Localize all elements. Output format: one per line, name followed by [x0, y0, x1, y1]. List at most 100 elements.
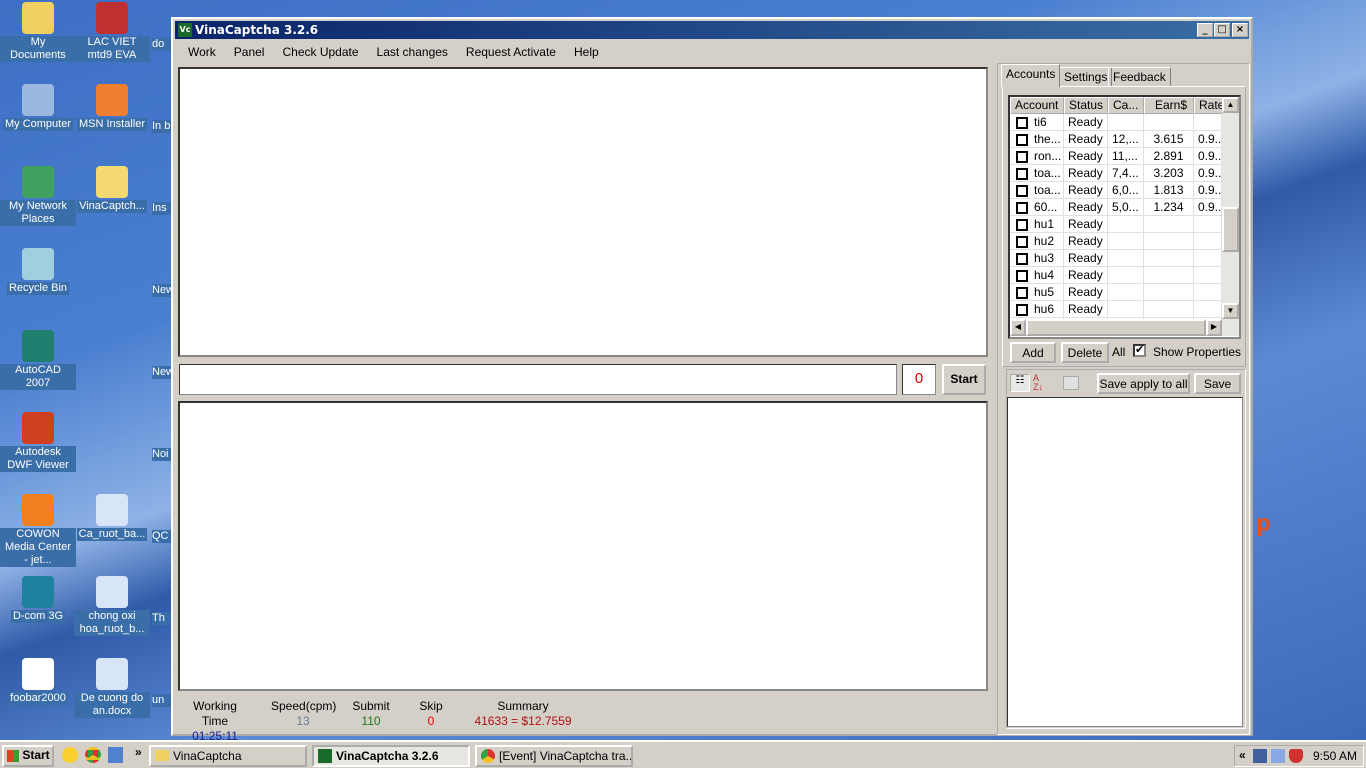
- menu-work[interactable]: Work: [179, 43, 225, 61]
- account-checkbox[interactable]: [1016, 185, 1028, 197]
- account-row[interactable]: ti6 Ready: [1010, 114, 1222, 131]
- account-row[interactable]: hu2 Ready: [1010, 233, 1222, 250]
- desktop-icon[interactable]: COWON Media Center - jet...: [0, 494, 76, 567]
- account-cell-captchas: 7,4...: [1108, 165, 1144, 182]
- yahoo-messenger-icon[interactable]: [62, 747, 78, 763]
- desktop-icon[interactable]: My Network Places: [0, 166, 76, 226]
- scroll-right-arrow-icon[interactable]: ▶: [1206, 319, 1222, 336]
- tab-feedback[interactable]: Feedback: [1108, 67, 1171, 87]
- start-button[interactable]: Start: [942, 364, 986, 395]
- desktop-icon[interactable]: LAC VIET mtd9 EVA: [74, 2, 150, 62]
- account-row[interactable]: the...Ready12,...3.6150.9...: [1010, 131, 1222, 148]
- column-header-account[interactable]: Account: [1010, 97, 1064, 114]
- title-bar[interactable]: Vc VinaCaptcha 3.2.6 _ □ ×: [175, 21, 1249, 39]
- menu-request-activate[interactable]: Request Activate: [457, 43, 565, 61]
- account-row[interactable]: hu1 Ready: [1010, 216, 1222, 233]
- security-shield-icon[interactable]: [1289, 749, 1303, 763]
- quick-launch-icon[interactable]: [108, 747, 123, 763]
- column-header-captchas[interactable]: Ca...: [1108, 97, 1144, 114]
- save-apply-to-all-button[interactable]: Save apply to all: [1097, 373, 1190, 394]
- account-row[interactable]: ron...Ready11,...2.8910.9...: [1010, 148, 1222, 165]
- desktop-icon[interactable]: De cuong do an.docx: [74, 658, 150, 718]
- desktop-icon[interactable]: Autodesk DWF Viewer: [0, 412, 76, 472]
- sort-alphabetical-icon[interactable]: A Z↓: [1033, 374, 1053, 392]
- task-vinacaptcha-app[interactable]: VinaCaptcha 3.2.6: [312, 745, 470, 767]
- property-pages-icon[interactable]: [1063, 376, 1079, 390]
- desktop-icon[interactable]: My Documents: [0, 2, 76, 62]
- desktop-icon-label-partial[interactable]: Ins: [152, 202, 172, 215]
- account-row[interactable]: hu6 Ready: [1010, 301, 1222, 318]
- desktop-icon[interactable]: chong oxi hoa_ruot_b...: [74, 576, 150, 636]
- account-checkbox[interactable]: [1016, 236, 1028, 248]
- close-button[interactable]: ×: [1232, 23, 1248, 37]
- column-header-status[interactable]: Status: [1064, 97, 1108, 114]
- show-properties-label[interactable]: Show Properties: [1153, 345, 1241, 359]
- account-checkbox[interactable]: [1016, 253, 1028, 265]
- desktop-icon-label-partial[interactable]: New Off: [152, 366, 172, 379]
- account-checkbox[interactable]: [1016, 219, 1028, 231]
- account-checkbox[interactable]: [1016, 168, 1028, 180]
- select-all-label[interactable]: All: [1112, 345, 1125, 359]
- desktop-icon[interactable]: D-com 3G: [0, 576, 76, 623]
- menu-help[interactable]: Help: [565, 43, 608, 61]
- captcha-input[interactable]: [179, 364, 897, 395]
- column-header-earn[interactable]: Earn$: [1144, 97, 1194, 114]
- desktop-icon[interactable]: VinaCaptch...: [74, 166, 150, 213]
- task-vinacaptcha-folder[interactable]: VinaCaptcha: [149, 745, 307, 767]
- account-row[interactable]: hu3 Ready: [1010, 250, 1222, 267]
- show-properties-checkbox[interactable]: ✔: [1133, 344, 1146, 357]
- account-checkbox[interactable]: [1016, 304, 1028, 316]
- desktop-icon-label-partial[interactable]: Noi v: [152, 448, 172, 461]
- account-row[interactable]: toa...Ready6,0...1.8130.9...: [1010, 182, 1222, 199]
- account-row[interactable]: toa...Ready7,4...3.2030.9...: [1010, 165, 1222, 182]
- desktop-icon[interactable]: Ca_ruot_ba...: [74, 494, 150, 541]
- desktop-icon[interactable]: foobar2000: [0, 658, 76, 705]
- menu-check-update[interactable]: Check Update: [273, 43, 367, 61]
- scroll-up-arrow-icon[interactable]: ▲: [1222, 97, 1239, 113]
- maximize-button[interactable]: □: [1214, 23, 1230, 37]
- menu-last-changes[interactable]: Last changes: [368, 43, 457, 61]
- tray-expand-button[interactable]: «: [1239, 748, 1246, 762]
- account-checkbox[interactable]: [1016, 134, 1028, 146]
- account-checkbox[interactable]: [1016, 202, 1028, 214]
- scrollbar-thumb[interactable]: [1222, 207, 1239, 252]
- desktop-icon[interactable]: My Computer: [0, 84, 76, 131]
- account-row[interactable]: 60...Ready5,0...1.2340.9...: [1010, 199, 1222, 216]
- horizontal-scrollbar[interactable]: ◀ ▶: [1010, 319, 1239, 336]
- desktop-icon-label-partial[interactable]: New Off: [152, 284, 172, 297]
- account-checkbox[interactable]: [1016, 270, 1028, 282]
- account-checkbox[interactable]: [1016, 151, 1028, 163]
- scroll-down-arrow-icon[interactable]: ▼: [1222, 303, 1239, 319]
- chrome-icon: [481, 749, 495, 763]
- desktop-icon-label-partial[interactable]: QC dieu: [152, 530, 172, 543]
- account-row[interactable]: hu4 Ready: [1010, 267, 1222, 284]
- save-button[interactable]: Save: [1194, 373, 1241, 394]
- account-checkbox[interactable]: [1016, 117, 1028, 129]
- desktop-icon-label-partial[interactable]: In b: [152, 120, 172, 133]
- network-icon[interactable]: [1253, 749, 1267, 763]
- desktop-icon[interactable]: AutoCAD 2007: [0, 330, 76, 390]
- delete-account-button[interactable]: Delete: [1061, 342, 1109, 363]
- task-chrome-event[interactable]: [Event] VinaCaptcha tra...: [475, 745, 633, 767]
- desktop-icon-label-partial[interactable]: Th: [152, 612, 172, 625]
- vertical-scrollbar[interactable]: ▲ ▼: [1222, 97, 1239, 319]
- tab-settings[interactable]: Settings: [1059, 67, 1113, 87]
- desktop-icon[interactable]: Recycle Bin: [0, 248, 76, 295]
- start-button-taskbar[interactable]: Start: [2, 745, 54, 767]
- account-checkbox[interactable]: [1016, 287, 1028, 299]
- categorized-icon[interactable]: ☷: [1010, 374, 1030, 392]
- desktop-icon[interactable]: MSN Installer: [74, 84, 150, 131]
- minimize-button[interactable]: _: [1197, 23, 1213, 37]
- quick-launch-overflow[interactable]: »: [135, 745, 142, 759]
- add-account-button[interactable]: Add: [1010, 342, 1056, 363]
- desktop-icon-label-partial[interactable]: do: [152, 38, 172, 51]
- account-row[interactable]: hu5 Ready: [1010, 284, 1222, 301]
- scroll-left-arrow-icon[interactable]: ◀: [1010, 319, 1026, 336]
- column-header-rate[interactable]: Rate: [1194, 97, 1224, 114]
- menu-panel[interactable]: Panel: [225, 43, 274, 61]
- tab-accounts[interactable]: Accounts: [1001, 64, 1061, 87]
- tray-app-icon[interactable]: [1271, 749, 1285, 763]
- desktop-icon-label-partial[interactable]: un: [152, 694, 172, 707]
- horizontal-scrollbar-thumb[interactable]: [1026, 319, 1206, 336]
- chrome-icon[interactable]: [85, 747, 101, 763]
